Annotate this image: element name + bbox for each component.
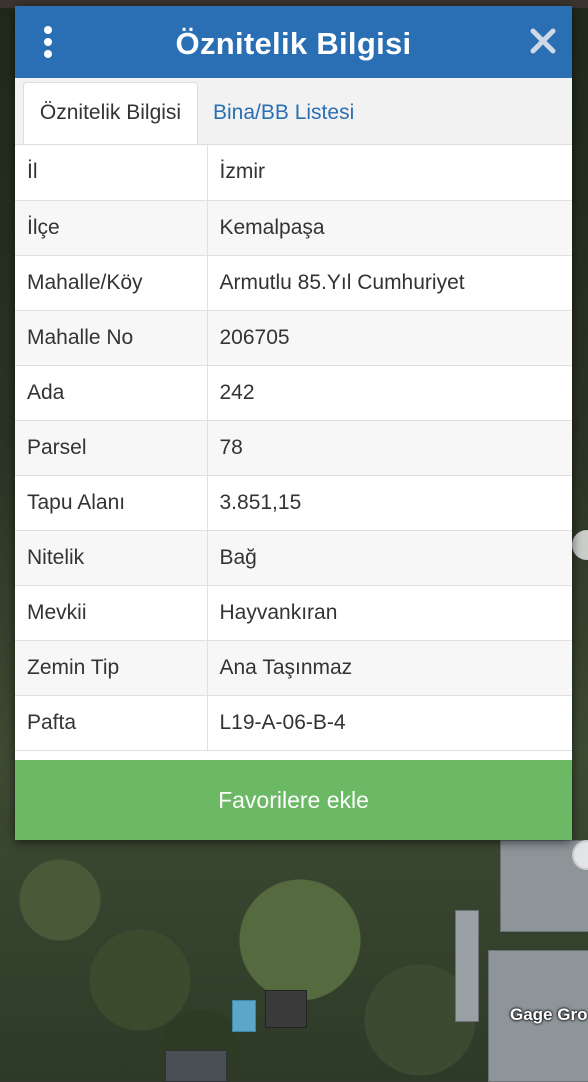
kebab-menu-icon[interactable] [43, 26, 53, 58]
map-building [265, 990, 307, 1028]
kebab-dot [44, 50, 52, 58]
table-row: Ada 242 [15, 365, 572, 421]
table-row: Pafta L19-A-06-B-4 [15, 695, 572, 751]
row-key: Tapu Alanı [15, 475, 208, 531]
table-row: İl İzmir [15, 145, 572, 201]
tab-bar: Öznitelik Bilgisi Bina/BB Listesi [15, 78, 572, 145]
row-key: Mevkii [15, 585, 208, 641]
row-value: Armutlu 85.Yıl Cumhuriyet [207, 255, 572, 311]
close-icon[interactable] [530, 28, 556, 54]
table-row: Nitelik Bağ [15, 530, 572, 586]
kebab-dot [44, 26, 52, 34]
row-key: Nitelik [15, 530, 208, 586]
row-value: 242 [207, 365, 572, 421]
table-row: Mevkii Hayvankıran [15, 585, 572, 641]
map-pin-icon[interactable] [572, 530, 588, 560]
add-to-favorites-button[interactable]: Favorilere ekle [15, 760, 572, 840]
kebab-dot [44, 38, 52, 46]
map-building [455, 910, 479, 1022]
row-value: Ana Taşınmaz [207, 640, 572, 696]
row-value: Kemalpaşa [207, 200, 572, 256]
tab-attribute-info[interactable]: Öznitelik Bilgisi [23, 82, 198, 144]
row-value: 206705 [207, 310, 572, 366]
tab-building-list[interactable]: Bina/BB Listesi [201, 82, 366, 144]
map-building [232, 1000, 256, 1032]
row-value: 78 [207, 420, 572, 476]
dialog-header: Öznitelik Bilgisi [15, 6, 572, 78]
row-key: Mahalle/Köy [15, 255, 208, 311]
row-key: Zemin Tip [15, 640, 208, 696]
table-row: Mahalle/Köy Armutlu 85.Yıl Cumhuriyet [15, 255, 572, 311]
table-row: İlçe Kemalpaşa [15, 200, 572, 256]
attribute-table: İl İzmir İlçe Kemalpaşa Mahalle/Köy Armu… [15, 145, 572, 751]
row-key: Pafta [15, 695, 208, 751]
row-value: İzmir [207, 145, 572, 201]
table-row: Tapu Alanı 3.851,15 [15, 475, 572, 531]
row-key: Parsel [15, 420, 208, 476]
table-row: Mahalle No 206705 [15, 310, 572, 366]
row-key: Mahalle No [15, 310, 208, 366]
map-place-label: Gage Gro [510, 1005, 588, 1024]
row-value: L19-A-06-B-4 [207, 695, 572, 751]
row-key: Ada [15, 365, 208, 421]
row-key: İl [15, 145, 208, 201]
row-value: Bağ [207, 530, 572, 586]
dialog-title: Öznitelik Bilgisi [175, 26, 412, 61]
map-building [165, 1050, 227, 1082]
row-key: İlçe [15, 200, 208, 256]
table-row: Parsel 78 [15, 420, 572, 476]
attribute-dialog: Öznitelik Bilgisi Öznitelik Bilgisi Bina… [15, 6, 572, 840]
table-row: Zemin Tip Ana Taşınmaz [15, 640, 572, 696]
row-value: 3.851,15 [207, 475, 572, 531]
row-value: Hayvankıran [207, 585, 572, 641]
